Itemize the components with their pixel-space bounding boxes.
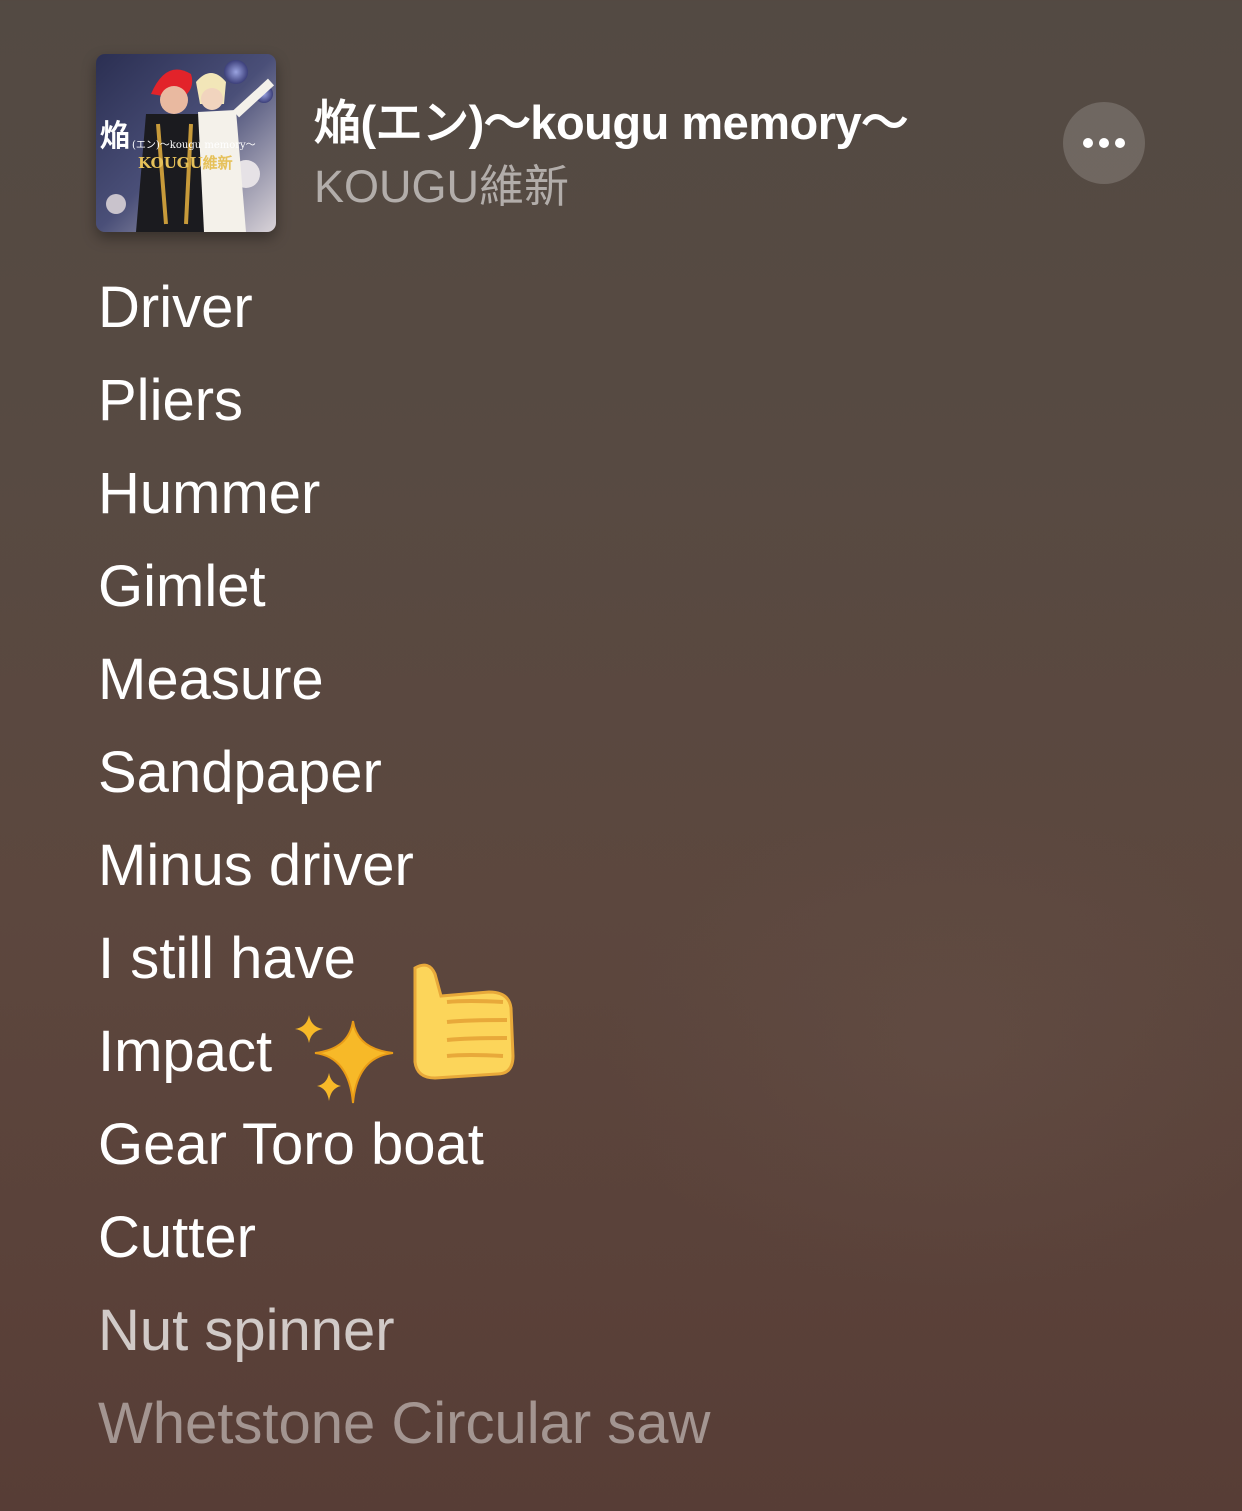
now-playing-header: 焔 (エン)〜kougu memory〜 KOUGU維新 焔(エン)〜kougu… <box>0 0 1242 240</box>
sparkles-icon <box>295 1015 394 1104</box>
lyric-line[interactable]: Measure <box>98 646 1198 739</box>
ellipsis-icon <box>1083 138 1093 148</box>
artist-name[interactable]: KOUGU維新 <box>314 150 569 215</box>
artwork-subtitle: (エン)〜kougu memory〜 <box>132 140 256 151</box>
lyric-line[interactable]: Whetstone Circular saw <box>98 1390 1198 1483</box>
lyric-line[interactable]: Nut spinner <box>98 1297 1198 1390</box>
artwork-band-name: KOUGU維新 <box>138 154 233 172</box>
lyric-line[interactable]: Minus driver <box>98 832 1198 925</box>
song-title: 焔(エン)〜kougu memory〜 <box>314 96 908 149</box>
lyric-line[interactable]: Impact <box>98 1018 1198 1111</box>
lyric-line[interactable]: I still have <box>98 925 1198 1018</box>
lyric-line[interactable]: Gimlet <box>98 553 1198 646</box>
lyric-line[interactable]: Pliers <box>98 367 1198 460</box>
lyric-line[interactable]: Cutter <box>98 1204 1198 1297</box>
lyric-line[interactable]: Gear Toro boat <box>98 1111 1198 1204</box>
artwork-title-glyph: 焔 <box>100 119 130 154</box>
lyrics-list: Driver Pliers Hummer Gimlet Measure Sand… <box>98 274 1198 1483</box>
ellipsis-icon <box>1099 138 1109 148</box>
album-artwork[interactable]: 焔 (エン)〜kougu memory〜 KOUGU維新 <box>96 54 276 232</box>
lyric-line[interactable]: Hummer <box>98 460 1198 553</box>
more-options-button[interactable] <box>1063 102 1145 184</box>
lyric-line[interactable]: Driver <box>98 274 1198 367</box>
lyric-line[interactable]: Sandpaper <box>98 739 1198 832</box>
ellipsis-icon <box>1115 138 1125 148</box>
thumbs-up-icon <box>413 963 515 1080</box>
